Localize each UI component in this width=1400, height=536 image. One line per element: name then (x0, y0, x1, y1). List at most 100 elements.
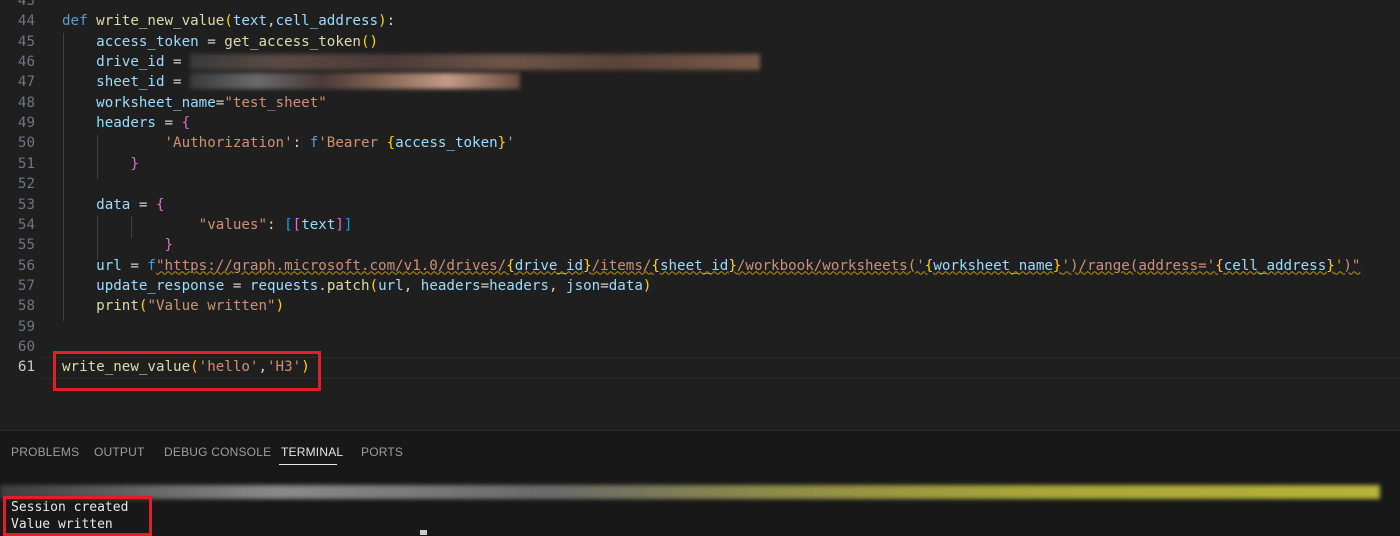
line-number: 57 (17, 277, 35, 294)
code-token: /workbook/worksheets(' (736, 257, 925, 274)
line-number: 47 (17, 74, 35, 91)
line-number: 51 (17, 155, 35, 172)
code-token: f (309, 135, 319, 152)
line-number: 46 (17, 54, 35, 71)
line-number: 59 (17, 318, 35, 335)
redacted-terminal-prompt (0, 485, 1380, 499)
code-token: ')/range(address=' (1061, 257, 1216, 274)
line-number: 44 (17, 13, 35, 30)
code-token: worksheet_name (933, 257, 1053, 274)
code-token: = (155, 115, 182, 132)
code-token: } (1326, 257, 1335, 274)
code-text: headers = { (62, 113, 190, 133)
code-editor[interactable]: 43 44 def write_new_value(text,cell_addres… (0, 0, 1400, 430)
code-token: cell_address (1223, 257, 1327, 274)
line-number: 55 (17, 237, 35, 254)
code-token: drive_id (514, 257, 584, 274)
code-token: = (130, 196, 156, 213)
bottom-panel: PROBLEMS OUTPUT DEBUG CONSOLE TERMINAL P… (0, 430, 1400, 536)
code-text: worksheet_name="test_sheet" (62, 93, 327, 113)
code-text: } (62, 154, 139, 174)
code-token: url (96, 257, 122, 274)
code-token: "https://graph.microsoft.com/v1.0/drives… (155, 257, 507, 274)
code-line: 45 access_token = get_access_token() (0, 32, 1400, 52)
code-token: = (224, 277, 250, 294)
line-number: 56 (17, 257, 35, 274)
code-text: drive_id = (62, 52, 190, 72)
code-token: , (548, 277, 567, 294)
code-token: ] (343, 216, 353, 233)
code-token: json (566, 277, 601, 294)
code-token: "values" (198, 216, 268, 233)
line-number: 49 (17, 115, 35, 132)
code-token: : (386, 13, 396, 30)
code-line: 53 data = { (0, 195, 1400, 215)
code-token: 'Bearer (318, 135, 387, 152)
code-token: write_new_value (96, 13, 225, 30)
code-token: { (181, 115, 191, 132)
code-token: ( (369, 277, 379, 294)
line-number: 53 (17, 196, 35, 213)
highlight-box-function-call (53, 351, 321, 391)
code-token: "Value written" (147, 298, 276, 315)
code-token: headers (420, 277, 481, 294)
code-text: def write_new_value(text,cell_address): (62, 11, 395, 31)
code-token: . (318, 277, 327, 294)
code-token: cell_address (275, 13, 379, 30)
code-text: update_response = requests.patch(url, he… (62, 276, 651, 296)
code-line: 43 (0, 0, 1400, 11)
tab-output[interactable]: OUTPUT (94, 445, 145, 459)
code-token: [ (284, 216, 293, 233)
tab-problems[interactable]: PROBLEMS (11, 445, 79, 459)
tab-debug-console[interactable]: DEBUG CONSOLE (164, 445, 271, 459)
line-number: 52 (17, 176, 35, 193)
code-token: drive_id (96, 54, 165, 71)
code-token: } (497, 135, 507, 152)
code-token: print (96, 298, 139, 315)
code-token: , (267, 13, 276, 30)
tab-terminal[interactable]: TERMINAL (281, 445, 343, 459)
code-token: { (1215, 257, 1224, 274)
code-line: 57 update_response = requests.patch(url,… (0, 276, 1400, 296)
code-token: ) (275, 298, 285, 315)
code-text: data = { (62, 195, 164, 215)
code-token: = (164, 74, 191, 91)
code-token: { (651, 257, 660, 274)
code-text: print("Value written") (62, 296, 284, 316)
code-token: { (506, 257, 515, 274)
indent-guide (97, 135, 98, 179)
code-line: 44 def write_new_value(text,cell_address)… (0, 11, 1400, 31)
code-token: ) (378, 13, 387, 30)
code-token: = (480, 277, 490, 294)
code-token: : (292, 135, 310, 152)
code-token: patch (326, 277, 370, 294)
code-token: } (130, 155, 139, 172)
redacted-sheet-id (190, 73, 520, 89)
code-line: 58 print("Value written") (0, 296, 1400, 316)
code-token: () (360, 33, 379, 50)
code-token: data (608, 277, 643, 294)
code-text: sheet_id = (62, 72, 190, 92)
code-line: 54 "values": [[text]] (0, 215, 1400, 235)
code-text: url = f"https://graph.microsoft.com/v1.0… (62, 256, 1360, 276)
code-token: ')" (1334, 257, 1361, 274)
code-line: 56 url = f"https://graph.microsoft.com/v… (0, 256, 1400, 276)
code-token: [ (292, 216, 302, 233)
code-text: "values": [[text]] (62, 215, 353, 235)
line-number: 61 (17, 359, 35, 376)
code-token: sheet_id (659, 257, 729, 274)
code-token: "test_sheet" (224, 94, 327, 111)
code-token: url (378, 277, 404, 294)
code-token: { (386, 135, 396, 152)
code-token: /items/ (591, 257, 652, 274)
code-line: 50 'Authorization': f'Bearer {access_tok… (0, 133, 1400, 153)
code-token: access_token (96, 33, 199, 50)
tab-ports[interactable]: PORTS (361, 445, 403, 459)
code-token: = (121, 257, 148, 274)
code-token: 'Authorization' (164, 135, 293, 152)
code-token: = (164, 54, 191, 71)
